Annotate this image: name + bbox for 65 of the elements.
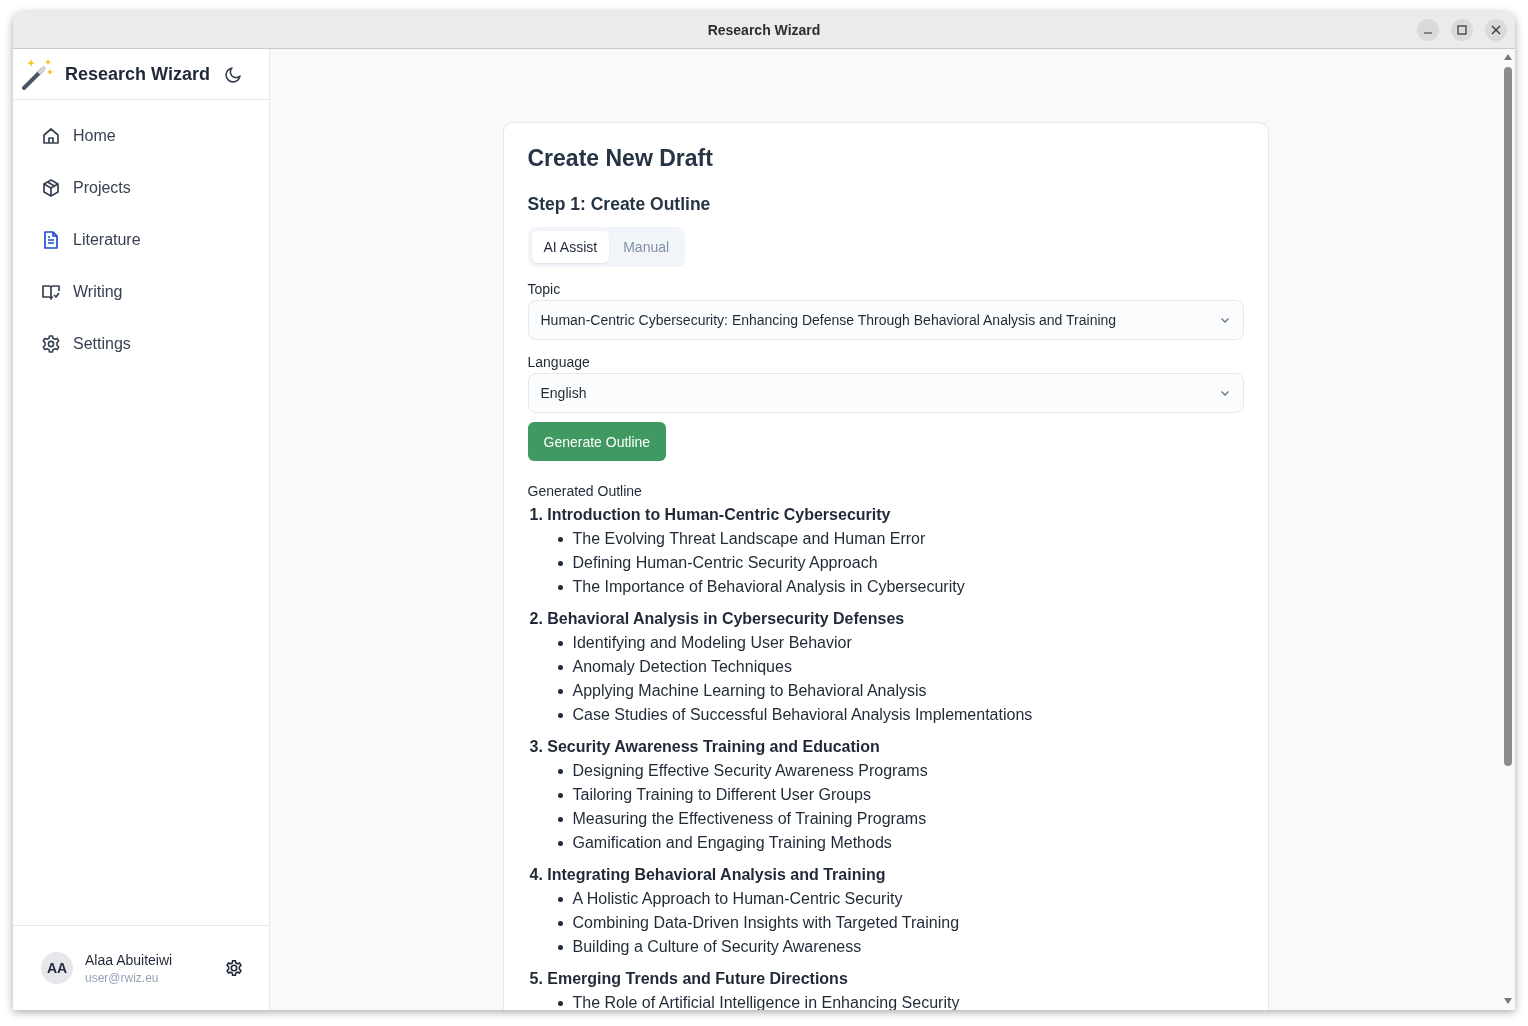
outline-item: Measuring the Effectiveness of Training Programs (572, 810, 927, 828)
user-email: user@rwiz.eu (85, 970, 160, 985)
outline-item: Tailoring Training to Different User Groups (572, 786, 871, 804)
bullet-icon (557, 792, 563, 798)
field-label: Language (527, 354, 591, 370)
minimize-button[interactable] (1417, 19, 1439, 41)
dropdown-field[interactable]: English (527, 373, 1244, 413)
generate-button[interactable]: Generate Outline (527, 422, 667, 461)
mode-tab[interactable]: AI Assist (531, 231, 610, 263)
outline-item: Gamification and Engaging Training Methods (572, 834, 892, 852)
bullet-icon (557, 1000, 563, 1006)
outline-heading: 4. Integrating Behavioral Analysis and Training (528, 865, 887, 885)
step-heading: Step 1: Create Outline (527, 194, 712, 215)
bullet-icon (557, 768, 563, 774)
outline-item: Case Studies of Successful Behavioral Analysis Implementations (572, 706, 1033, 724)
page-title: Create New Draft (527, 145, 714, 172)
scrollbar-thumb[interactable] (1504, 67, 1512, 766)
outline-item: Defining Human-Centric Security Approach (572, 554, 878, 572)
scroll-up-icon[interactable] (1504, 54, 1512, 60)
bullet-icon (557, 664, 563, 670)
bullet-icon (557, 840, 563, 846)
sidebar-item[interactable]: Writing (73, 283, 123, 301)
outline-heading: 2. Behavioral Analysis in Cybersecurity Defenses (528, 609, 906, 629)
moon-icon[interactable] (225, 65, 243, 83)
bullet-icon (557, 712, 563, 718)
outline-item: Designing Effective Security Awareness Programs (572, 762, 928, 780)
bullet-icon (557, 920, 563, 926)
maximize-icon (1457, 25, 1467, 35)
gear-icon[interactable] (225, 959, 243, 977)
user-avatar: AA (41, 952, 73, 984)
bullet-icon (557, 896, 563, 902)
app-title: Research Wizard (65, 63, 211, 85)
outline-item: Combining Data-Driven Insights with Targeted Training (572, 914, 960, 932)
bullet-icon (557, 560, 563, 566)
outline-heading: 1. Introduction to Human-Centric Cybersecurity (528, 505, 892, 525)
outline-item: The Importance of Behavioral Analysis in Cybersecurity (572, 578, 965, 596)
outline-item: The Evolving Threat Landscape and Human Error (572, 530, 926, 548)
window-title: Research Wizard (707, 22, 821, 38)
bullet-icon (557, 816, 563, 822)
sidebar-item[interactable]: Home (73, 127, 116, 145)
field-label: Topic (527, 281, 562, 297)
bullet-icon (557, 688, 563, 694)
bullet-icon (557, 640, 563, 646)
scroll-down-icon[interactable] (1504, 998, 1512, 1004)
user-name: Alaa Abuiteiwi (85, 951, 174, 968)
sidebar-item[interactable]: Projects (73, 179, 131, 197)
dropdown-field[interactable]: Human-Centric Cybersecurity: Enhancing Defense Through Behavioral Analysis and Training (527, 300, 1244, 340)
sidebar-item[interactable]: Settings (73, 335, 131, 353)
sidebar-item[interactable]: Literature (73, 231, 141, 249)
magic-wand-icon (21, 57, 55, 91)
maximize-button[interactable] (1451, 19, 1473, 41)
section-label: Generated Outline (527, 483, 643, 499)
close-icon (1491, 25, 1501, 35)
outline-heading: 5. Emerging Trends and Future Directions (528, 969, 849, 989)
outline-item: A Holistic Approach to Human-Centric Security (572, 890, 903, 908)
minimize-icon (1424, 32, 1432, 34)
bullet-icon (557, 584, 563, 590)
outline-item: Anomaly Detection Techniques (572, 658, 792, 676)
outline-item: Applying Machine Learning to Behavioral Analysis (572, 682, 927, 700)
bullet-icon (557, 944, 563, 950)
close-button[interactable] (1485, 19, 1507, 41)
outline-item: Identifying and Modeling User Behavior (572, 634, 852, 652)
bullet-icon (557, 536, 563, 542)
outline-item: Building a Culture of Security Awareness (572, 938, 862, 956)
outline-heading: 3. Security Awareness Training and Education (528, 737, 881, 757)
